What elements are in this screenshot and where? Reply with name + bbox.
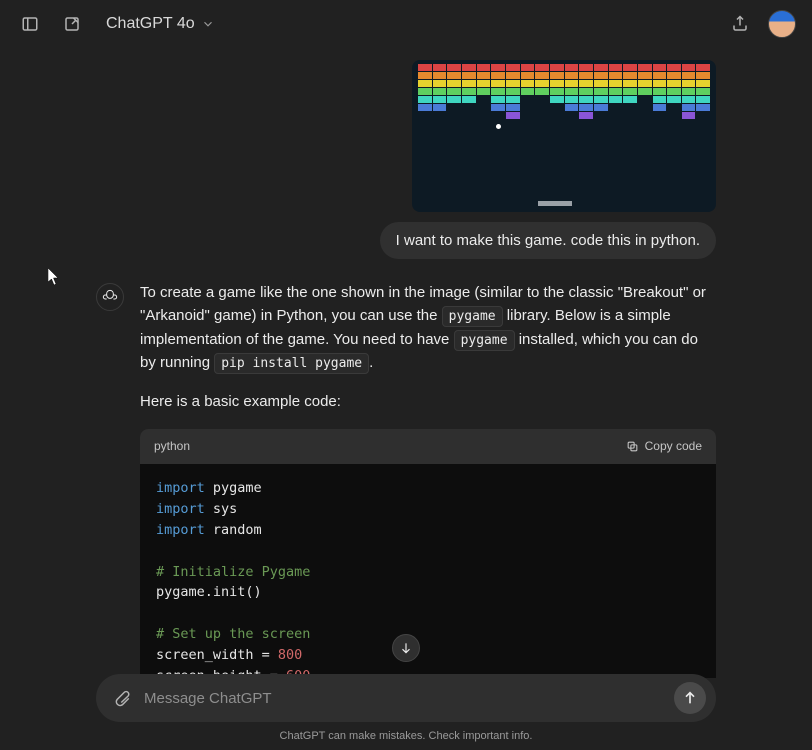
assistant-message: To create a game like the one shown in t… bbox=[96, 281, 716, 678]
new-chat-icon[interactable] bbox=[58, 10, 86, 38]
copy-code-button[interactable]: Copy code bbox=[626, 437, 702, 456]
avatar[interactable] bbox=[768, 10, 796, 38]
assistant-para-2: Here is a basic example code: bbox=[140, 390, 716, 413]
composer bbox=[96, 674, 716, 722]
model-selector[interactable]: ChatGPT 4o bbox=[100, 11, 221, 37]
code-block: python Copy code import pygame import sy… bbox=[140, 429, 716, 678]
inline-code: pygame bbox=[454, 330, 515, 351]
sidebar-toggle-icon[interactable] bbox=[16, 10, 44, 38]
share-icon[interactable] bbox=[726, 10, 754, 38]
arrow-up-icon bbox=[682, 690, 698, 706]
attach-icon[interactable] bbox=[110, 686, 134, 710]
copy-code-label: Copy code bbox=[645, 437, 702, 456]
message-input[interactable] bbox=[144, 690, 664, 707]
user-attachment-image[interactable] bbox=[412, 60, 716, 212]
assistant-para-1: To create a game like the one shown in t… bbox=[140, 281, 716, 374]
code-lang-label: python bbox=[154, 437, 190, 456]
scroll-to-bottom-button[interactable] bbox=[392, 634, 420, 662]
inline-code: pip install pygame bbox=[214, 353, 369, 374]
user-bubble: I want to make this game. code this in p… bbox=[380, 222, 716, 259]
copy-icon bbox=[626, 440, 639, 453]
arrow-down-icon bbox=[399, 641, 413, 655]
code-body: import pygame import sys import random #… bbox=[140, 464, 716, 678]
disclaimer-text: ChatGPT can make mistakes. Check importa… bbox=[96, 730, 716, 742]
game-paddle bbox=[538, 201, 572, 206]
send-button[interactable] bbox=[674, 682, 706, 714]
user-text: I want to make this game. code this in p… bbox=[396, 232, 700, 249]
game-ball bbox=[496, 124, 501, 129]
inline-code: pygame bbox=[442, 306, 503, 327]
model-name-label: ChatGPT 4o bbox=[106, 15, 195, 33]
assistant-avatar-icon bbox=[96, 283, 124, 311]
chevron-down-icon bbox=[201, 17, 215, 31]
user-message: I want to make this game. code this in p… bbox=[96, 60, 716, 259]
